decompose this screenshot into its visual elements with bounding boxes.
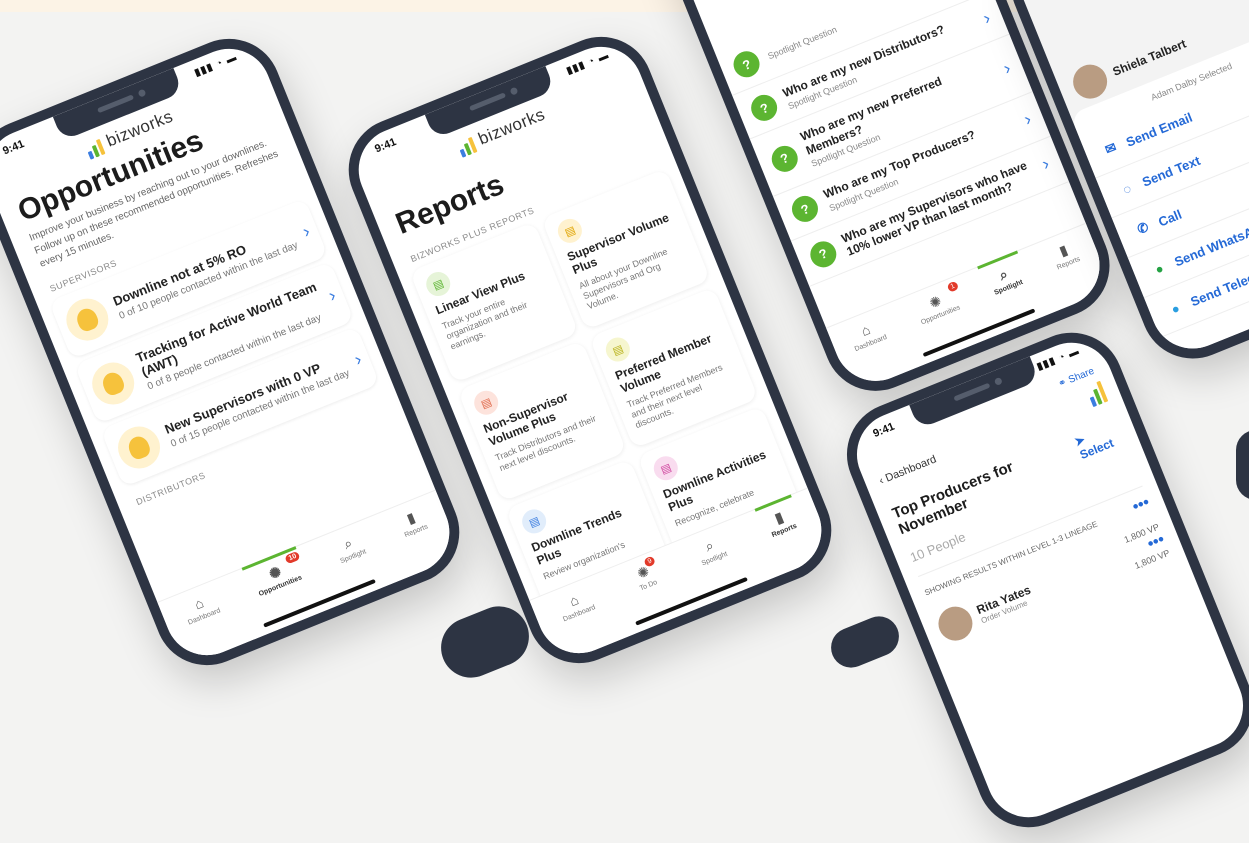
- more-options-icon[interactable]: •••: [1130, 494, 1152, 517]
- tab-reports[interactable]: ▮ Reports: [396, 506, 429, 540]
- tab-spotlight[interactable]: ⌕ Spotlight: [332, 531, 367, 565]
- report-icon: ▤: [554, 215, 586, 247]
- status-time: 9:41: [373, 136, 399, 156]
- tab-opportunities[interactable]: ✺ 10 Opportunities: [251, 550, 303, 598]
- select-button[interactable]: ➤ Select: [1072, 419, 1125, 462]
- question-icon: ?: [806, 237, 841, 272]
- notification-badge: 1: [946, 280, 960, 293]
- whatsapp-icon: ●: [1152, 259, 1166, 277]
- avatar: [1067, 59, 1113, 104]
- tab-opportunities[interactable]: ✺ 1 Opportunities: [913, 280, 961, 326]
- partial-phone-bottom-center: [825, 610, 905, 674]
- telegram-icon: ●: [1168, 299, 1182, 317]
- tab-dashboard[interactable]: ⌂ Dashboard: [847, 316, 888, 353]
- report-icon: ▤: [518, 505, 550, 538]
- report-icon: ▤: [650, 452, 682, 484]
- tab-bar: ⌂ Dashboard ✺ 10 Opportunities ⌕ Spotlig…: [157, 489, 462, 668]
- phone-producers: 9:41 ▮▮▮ ◔ ▬ ⚭ Share ‹ Dashboard Top Pro…: [831, 317, 1249, 843]
- avatar: [933, 601, 978, 646]
- envelope-icon: ✉: [1102, 139, 1119, 158]
- chevron-right-icon: ›: [980, 7, 994, 29]
- lightbulb-icon: [85, 356, 141, 411]
- lightbulb-icon: [111, 420, 167, 475]
- question-icon: ?: [747, 91, 782, 125]
- logo-bars-icon: [1085, 380, 1109, 408]
- partial-phone-right-edge: [1236, 430, 1249, 500]
- phone-icon: ✆: [1134, 219, 1151, 238]
- question-icon: ?: [729, 47, 764, 82]
- tab-dashboard[interactable]: ⌂ Dashboard: [555, 586, 596, 623]
- report-icon: ▤: [602, 333, 634, 366]
- chevron-right-icon: ›: [1020, 108, 1034, 130]
- status-time: 9:41: [1, 138, 27, 158]
- producers-screen: 9:41 ▮▮▮ ◔ ▬ ⚭ Share ‹ Dashboard Top Pro…: [844, 330, 1249, 830]
- tab-reports[interactable]: ▮ Reports: [764, 505, 798, 539]
- signal-icons: ▮▮▮ ◔ ▬: [1035, 345, 1082, 373]
- notification-badge: 10: [284, 550, 301, 565]
- logo-bars-icon: [85, 138, 106, 160]
- tab-spotlight[interactable]: ⌕ Spotlight: [986, 261, 1024, 297]
- tab-reports[interactable]: ▮ Reports: [1049, 238, 1081, 272]
- report-icon: ▤: [422, 268, 454, 300]
- question-icon: ?: [767, 141, 802, 176]
- lightbulb-icon: [60, 292, 115, 347]
- signal-icons: ▮▮▮ ◔ ▬: [192, 51, 239, 79]
- tab-todo[interactable]: ✺ 9 To Do: [632, 555, 658, 592]
- question-icon: ?: [788, 192, 823, 227]
- signal-icons: ▮▮▮ ◔ ▬: [564, 49, 611, 77]
- tab-dashboard[interactable]: ⌂ Dashboard: [180, 590, 221, 626]
- question-subtitle: Spotlight Question: [766, 24, 839, 62]
- chat-bubble-icon: ◌: [1120, 180, 1134, 198]
- report-icon: ▤: [470, 387, 502, 419]
- status-time: 9:41: [871, 420, 897, 441]
- tab-spotlight[interactable]: ⌕ Spotlight: [694, 533, 729, 567]
- logo-bars-icon: [457, 136, 478, 158]
